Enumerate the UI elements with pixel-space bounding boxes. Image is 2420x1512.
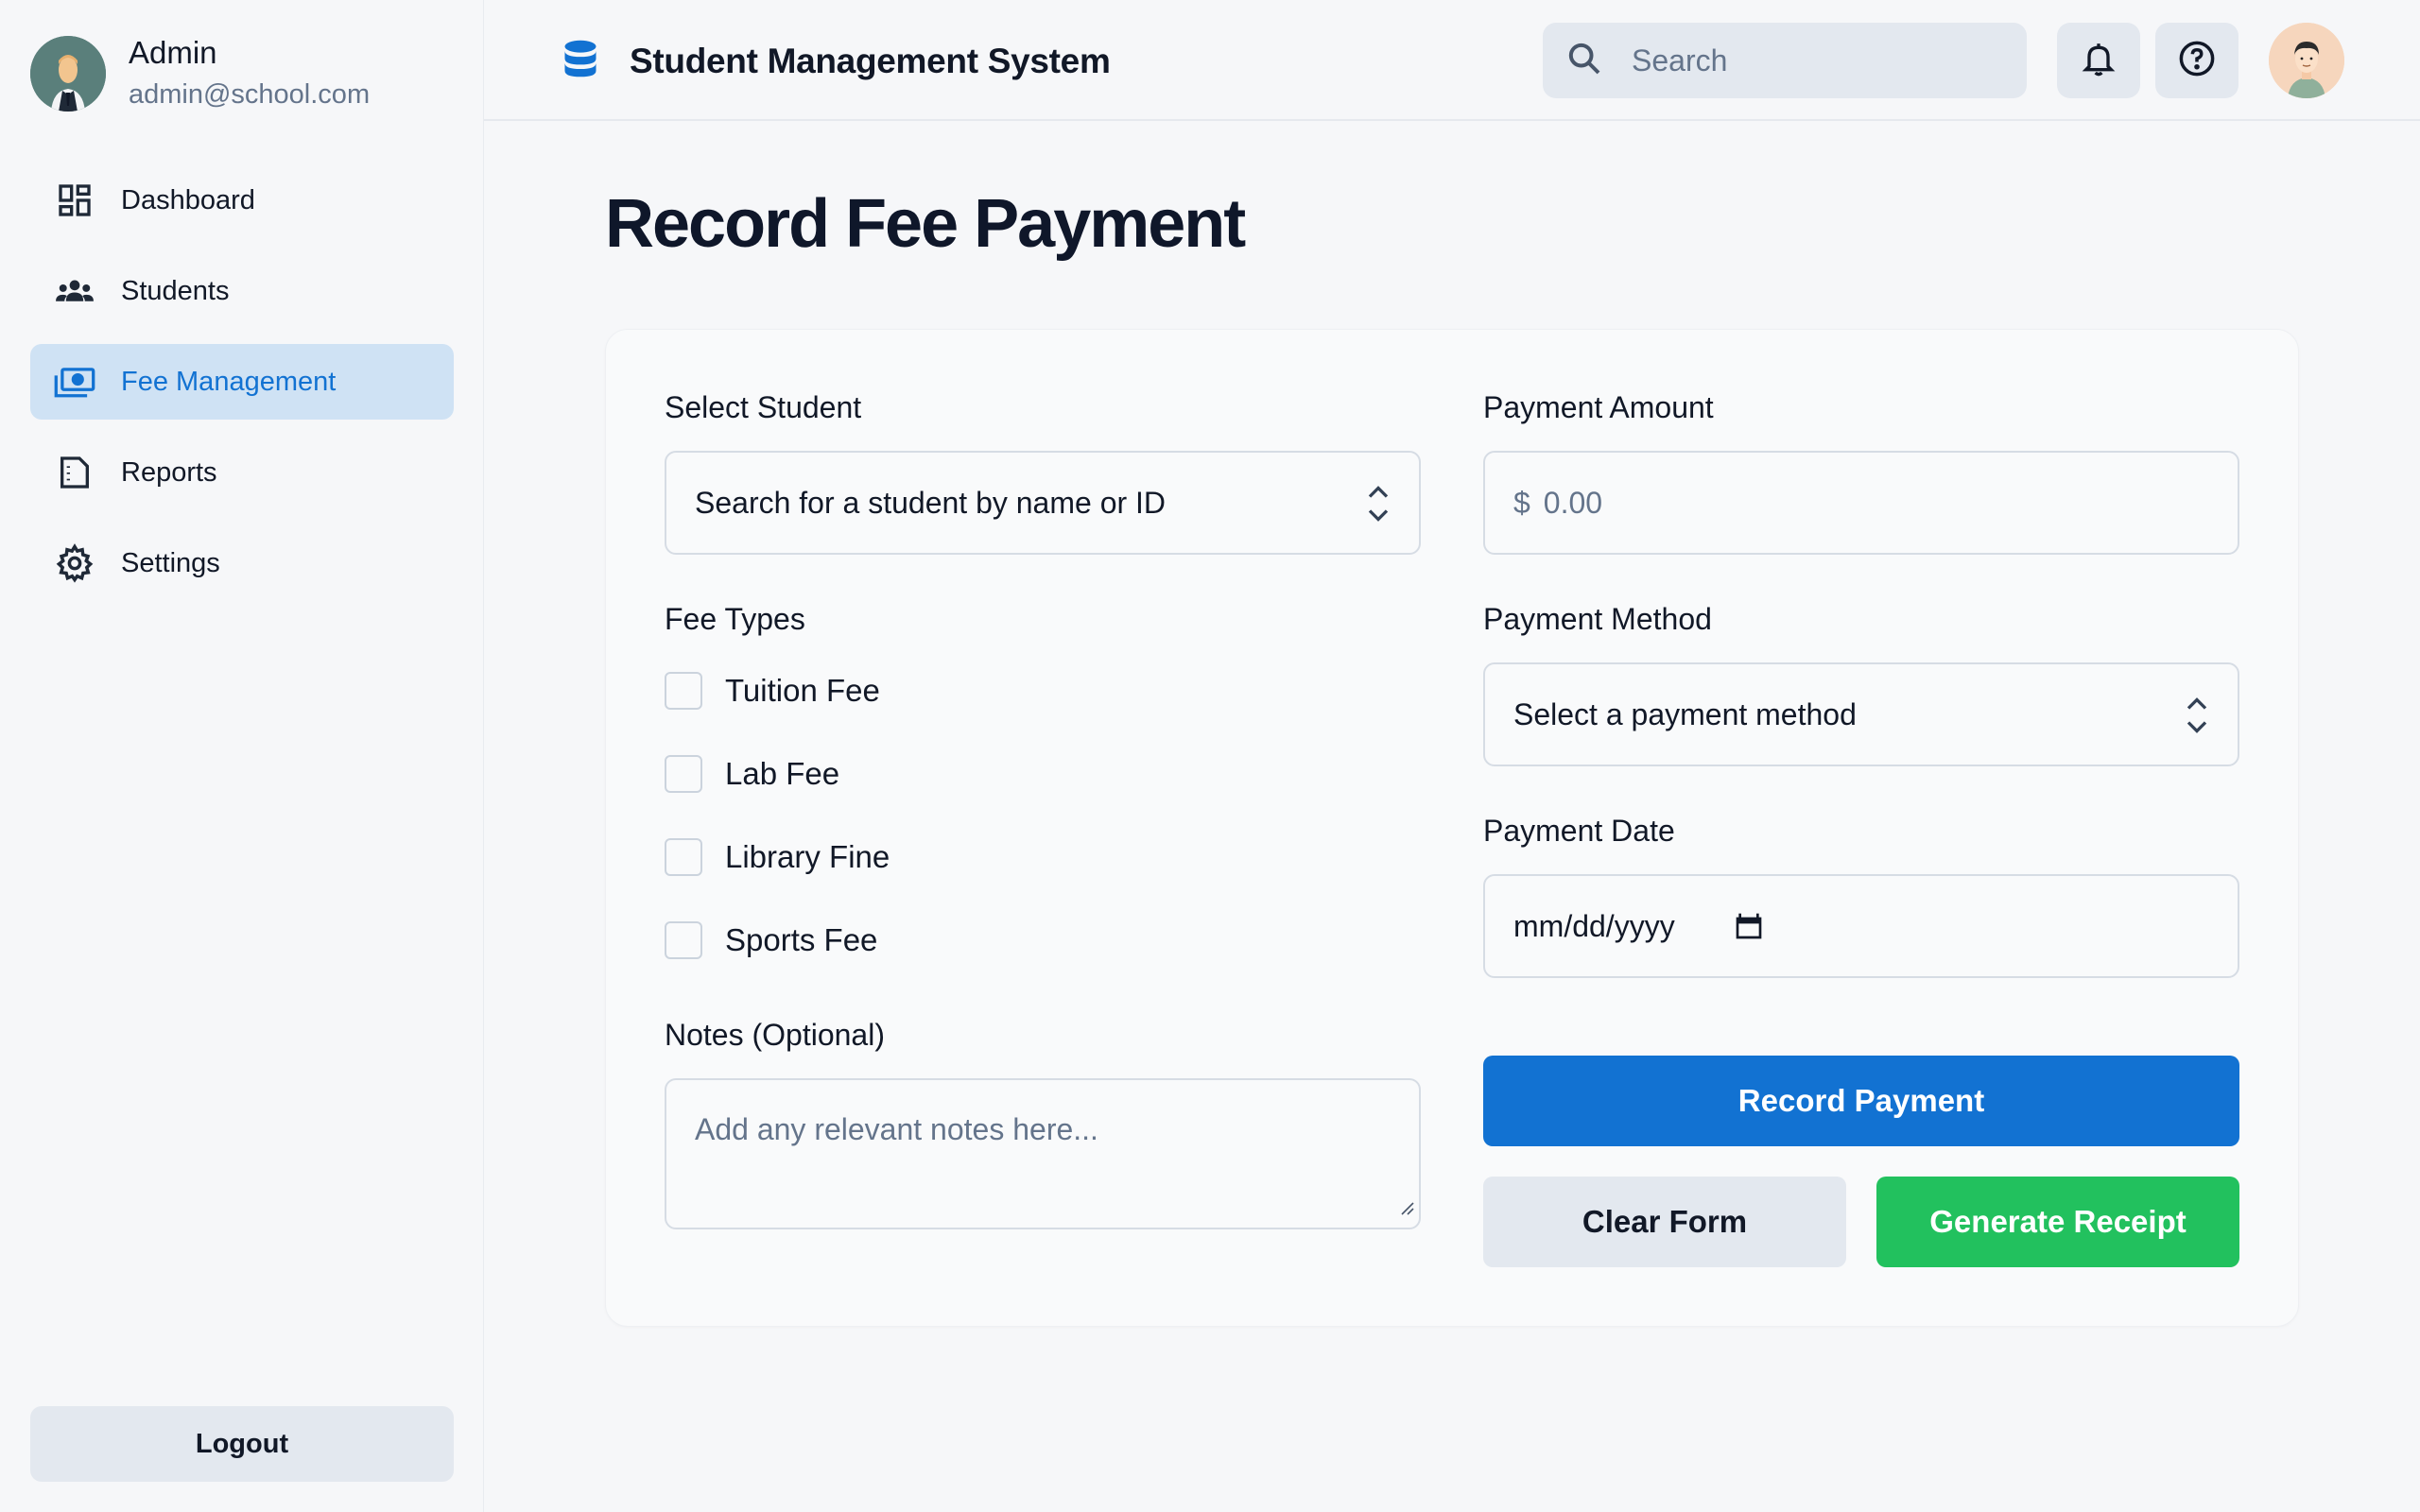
fee-type-label: Tuition Fee (725, 673, 880, 708)
payments-icon (53, 360, 96, 404)
search-input[interactable] (1632, 43, 1991, 78)
dashboard-icon (53, 179, 96, 222)
payment-date-label: Payment Date (1483, 814, 1675, 848)
user-email: admin@school.com (129, 79, 371, 110)
fee-type-library-fine[interactable]: Library Fine (665, 838, 890, 876)
sidebar-item-label: Students (121, 275, 230, 306)
sidebar-item-dashboard[interactable]: Dashboard (30, 163, 454, 238)
resize-grip-icon[interactable] (1398, 1189, 1415, 1224)
fee-types-label: Fee Types (665, 602, 805, 636)
fee-type-label: Lab Fee (725, 756, 840, 791)
fee-type-label: Sports Fee (725, 922, 878, 957)
database-logo-icon (560, 38, 601, 84)
fee-type-sports[interactable]: Sports Fee (665, 921, 877, 959)
gear-icon (53, 541, 96, 585)
sidebar-item-students[interactable]: Students (30, 253, 454, 329)
amount-placeholder: 0.00 (1543, 485, 1603, 520)
user-name: Admin (129, 35, 217, 70)
reports-icon (53, 451, 96, 494)
checkbox[interactable] (665, 921, 702, 959)
payment-amount-input[interactable]: $ 0.00 (1483, 451, 2239, 555)
logout-button[interactable]: Logout (30, 1406, 454, 1482)
payment-method-placeholder: Select a payment method (1513, 696, 1857, 731)
sidebar-item-label: Fee Management (121, 366, 337, 397)
payment-method-select[interactable]: Select a payment method (1483, 662, 2239, 766)
sidebar-item-fee-management[interactable]: Fee Management (30, 344, 454, 420)
payment-amount-label: Payment Amount (1483, 390, 1714, 424)
notes-textarea[interactable]: Add any relevant notes here... (665, 1078, 1421, 1229)
notes-placeholder: Add any relevant notes here... (695, 1112, 1098, 1146)
sidebar: Admin admin@school.com Dashboard Student… (0, 0, 484, 1512)
page-title: Record Fee Payment (605, 186, 1246, 262)
select-student-label: Select Student (665, 390, 862, 424)
fee-type-lab[interactable]: Lab Fee (665, 755, 839, 793)
chevron-updown-icon (1364, 481, 1392, 534)
sidebar-item-label: Settings (121, 547, 220, 578)
brand: Student Management System (560, 38, 1111, 84)
help-icon (2177, 39, 2217, 83)
admin-avatar (30, 36, 106, 112)
payment-method-label: Payment Method (1483, 602, 1712, 636)
student-select[interactable]: Search for a student by name or ID (665, 451, 1421, 555)
clear-form-button[interactable]: Clear Form (1483, 1177, 1846, 1267)
date-placeholder: mm/dd/yyyy (1513, 908, 1675, 943)
bell-icon (2080, 40, 2118, 82)
notes-label: Notes (Optional) (665, 1018, 885, 1052)
record-payment-button[interactable]: Record Payment (1483, 1056, 2239, 1146)
chevron-updown-icon (2183, 693, 2211, 746)
help-button[interactable] (2155, 23, 2238, 98)
search-bar[interactable] (1543, 23, 2027, 98)
search-icon (1565, 40, 1603, 82)
fee-payment-form: Select Student Search for a student by n… (605, 329, 2299, 1327)
sidebar-item-settings[interactable]: Settings (30, 525, 454, 601)
sidebar-item-label: Dashboard (121, 184, 255, 215)
payment-date-input[interactable]: mm/dd/yyyy (1483, 874, 2239, 978)
currency-symbol: $ (1513, 485, 1530, 520)
students-icon (53, 269, 96, 313)
fee-type-tuition[interactable]: Tuition Fee (665, 672, 880, 710)
sidebar-item-reports[interactable]: Reports (30, 435, 454, 510)
app-title: Student Management System (630, 41, 1111, 80)
checkbox[interactable] (665, 672, 702, 710)
student-select-placeholder: Search for a student by name or ID (695, 485, 1167, 520)
notifications-button[interactable] (2057, 23, 2140, 98)
calendar-icon[interactable] (1734, 911, 1764, 941)
sidebar-item-label: Reports (121, 456, 217, 488)
user-profile: Admin admin@school.com (30, 34, 370, 113)
generate-receipt-button[interactable]: Generate Receipt (1876, 1177, 2239, 1267)
checkbox[interactable] (665, 838, 702, 876)
top-header: Student Management System (484, 0, 2420, 121)
checkbox[interactable] (665, 755, 702, 793)
sidebar-nav: Dashboard Students Fee Management Report… (30, 163, 454, 616)
user-avatar[interactable] (2269, 23, 2344, 98)
fee-type-label: Library Fine (725, 839, 890, 874)
